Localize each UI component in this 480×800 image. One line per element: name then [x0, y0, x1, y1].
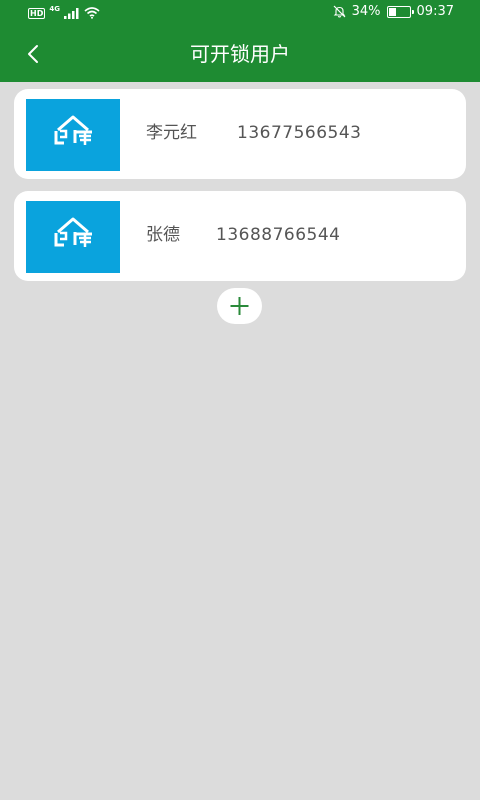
status-left: HD 4G [28, 5, 100, 21]
user-phone: 13677566543 [237, 123, 362, 143]
app-header: HD 4G 34% 09:37 可开锁用户 [0, 0, 480, 82]
user-card[interactable]: 张德 13688766544 [14, 191, 466, 281]
battery-icon [386, 5, 414, 18]
battery-fill [388, 7, 396, 16]
user-phone: 13688766544 [216, 225, 341, 245]
battery-percent: 34% [351, 4, 381, 19]
user-name: 张德 [146, 225, 180, 245]
plus-icon [230, 297, 249, 315]
user-name: 李元红 [146, 123, 197, 143]
feiku-logo [26, 201, 120, 273]
nav-bar: 可开锁用户 [0, 26, 480, 82]
user-card[interactable]: 李元红 13677566543 [14, 89, 466, 179]
hd-badge: HD [28, 7, 46, 19]
signal-icon [63, 8, 79, 19]
feiku-logo [26, 99, 120, 171]
bell-off-icon [333, 5, 346, 18]
clock: 09:37 [416, 4, 454, 19]
wifi-icon [84, 7, 100, 19]
add-user-button[interactable] [217, 288, 262, 324]
status-right: 34% 09:37 [333, 4, 454, 19]
network-type: 4G [49, 5, 60, 13]
page-title: 可开锁用户 [190, 42, 290, 66]
status-bar: HD 4G 34% 09:37 [0, 0, 480, 26]
